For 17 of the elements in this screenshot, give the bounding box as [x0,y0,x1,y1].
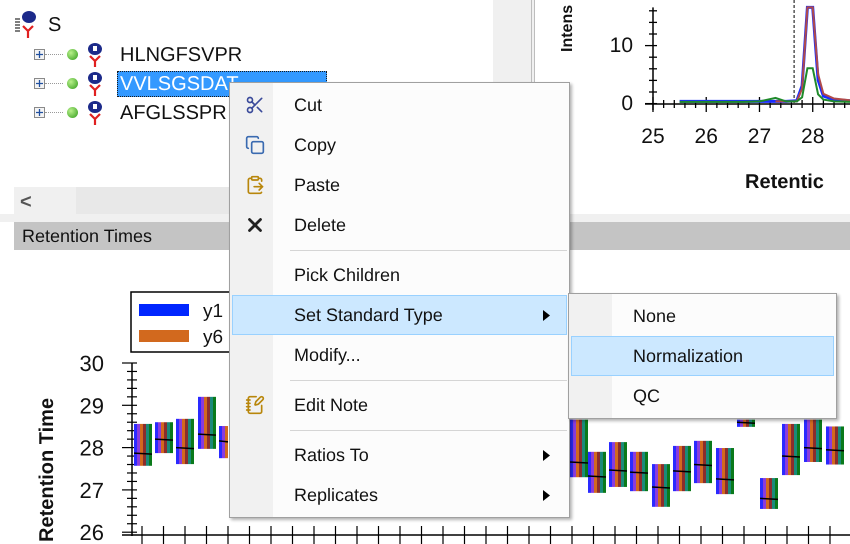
tick-label: 26 [694,125,718,148]
tick-label: 28 [80,436,104,461]
tick-label: 28 [801,125,824,148]
axis-title: Intens [559,4,576,52]
legend-label: y6 [203,327,224,348]
tick-label: 27 [80,478,104,503]
tick-label: 30 [80,351,104,376]
panel-title: Retention Times [22,224,152,248]
legend-label: y1 [203,301,224,322]
tick-label: 0 [621,92,633,116]
axis-title: Retention Time [36,398,58,542]
tick-label: 26 [80,520,104,544]
tick-label: 29 [80,393,104,418]
tick-label: 25 [641,125,665,148]
axis-title: Retentic [745,171,824,193]
tick-label: 27 [748,125,772,148]
tick-label: 10 [610,34,633,58]
